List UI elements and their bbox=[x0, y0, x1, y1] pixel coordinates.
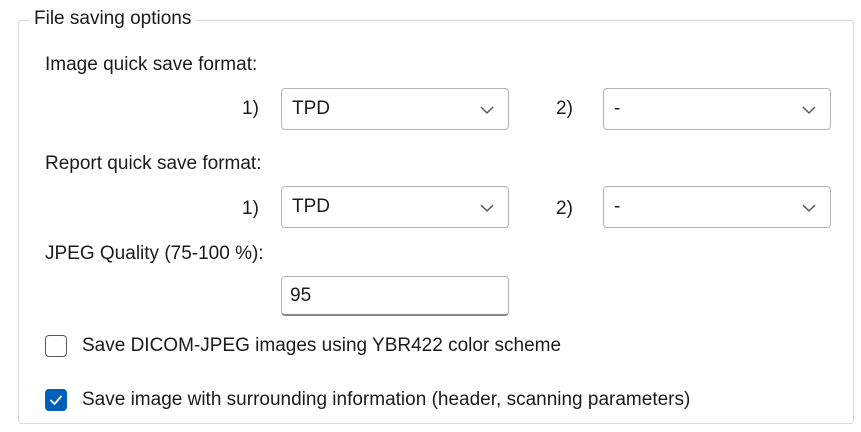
surrounding-info-label[interactable]: Save image with surrounding information … bbox=[82, 387, 690, 413]
image-slot1-label: 1) bbox=[242, 98, 259, 119]
report-format-1-dropdown[interactable]: TPD bbox=[281, 186, 509, 228]
ybr422-label[interactable]: Save DICOM-JPEG images using YBR422 colo… bbox=[82, 333, 561, 359]
chevron-down-icon bbox=[480, 204, 494, 213]
report-slot1-label: 1) bbox=[242, 198, 259, 219]
surrounding-info-checkbox[interactable] bbox=[45, 389, 67, 411]
report-format-1-value: TPD bbox=[292, 196, 330, 217]
image-format-1-dropdown[interactable]: TPD bbox=[281, 88, 509, 130]
image-format-2-value: - bbox=[614, 98, 621, 119]
jpeg-quality-value: 95 bbox=[290, 285, 312, 306]
jpeg-quality-input[interactable]: 95 bbox=[281, 276, 509, 316]
chevron-down-icon bbox=[802, 106, 816, 115]
report-format-2-dropdown[interactable]: - bbox=[603, 186, 831, 228]
check-icon bbox=[50, 395, 62, 405]
image-slot2-label: 2) bbox=[556, 98, 573, 119]
chevron-down-icon bbox=[480, 106, 494, 115]
file-saving-options-panel: File saving options Image quick save for… bbox=[0, 0, 861, 432]
chevron-down-icon bbox=[802, 204, 816, 213]
group-title: File saving options bbox=[30, 6, 196, 32]
ybr422-checkbox[interactable] bbox=[45, 335, 67, 357]
report-slot2-label: 2) bbox=[556, 198, 573, 219]
report-quick-save-label: Report quick save format: bbox=[45, 153, 262, 174]
jpeg-quality-label: JPEG Quality (75-100 %): bbox=[45, 243, 264, 264]
image-quick-save-label: Image quick save format: bbox=[45, 54, 258, 75]
image-format-2-dropdown[interactable]: - bbox=[603, 88, 831, 130]
report-format-2-value: - bbox=[614, 196, 621, 217]
image-format-1-value: TPD bbox=[292, 98, 330, 119]
